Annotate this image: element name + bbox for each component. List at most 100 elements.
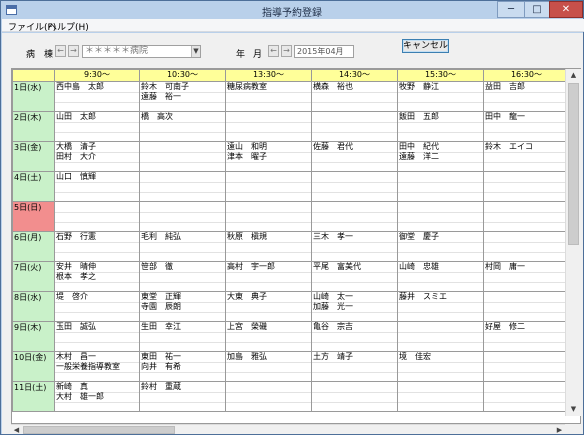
appointment-slot[interactable]: 田中 紀代 遠藤 洋二	[397, 141, 484, 172]
menu-help[interactable]: ヘルプ(H)	[48, 20, 89, 33]
horizontal-scroll-thumb[interactable]	[23, 426, 175, 434]
chevron-down-icon[interactable]: ▼	[191, 46, 200, 57]
appointment-slot[interactable]	[483, 231, 570, 262]
day-cell[interactable]: 4日(土)	[12, 171, 55, 202]
appointment-slot[interactable]: 山崎 忠雄	[397, 261, 484, 292]
appointment-slot[interactable]: 土方 靖子	[311, 351, 398, 382]
appointment-slot[interactable]: 秋原 槇規	[225, 231, 312, 262]
day-cell[interactable]: 11日(土)	[12, 381, 55, 412]
day-cell[interactable]: 5日(日)	[12, 201, 55, 232]
day-cell[interactable]: 7日(火)	[12, 261, 55, 292]
appointment-slot[interactable]: 鈴木 エイコ	[483, 141, 570, 172]
appointment-slot[interactable]	[483, 381, 570, 412]
appointment-slot[interactable]: 西中島 太郎	[54, 81, 140, 112]
scroll-down-icon[interactable]: ▼	[567, 403, 580, 416]
appointment-slot[interactable]	[225, 111, 312, 142]
appointment-slot[interactable]: 佐藤 君代	[311, 141, 398, 172]
cancel-button[interactable]: キャンセル	[402, 39, 449, 53]
appointment-slot[interactable]	[311, 111, 398, 142]
appointment-slot[interactable]	[483, 201, 570, 232]
ward-prev-button[interactable]: ←	[55, 45, 66, 57]
appointment-slot[interactable]: 高村 宇一郎	[225, 261, 312, 292]
appointment-slot[interactable]: 堤 啓介	[54, 291, 140, 322]
appointment-slot[interactable]: 好屋 修二	[483, 321, 570, 352]
appointment-slot[interactable]: 橋 高次	[139, 111, 226, 142]
vertical-scrollbar[interactable]: ▲ ▼	[565, 69, 581, 416]
appointment-slot[interactable]: 鈴村 重蔵	[139, 381, 226, 412]
appointment-slot[interactable]: 大東 典子	[225, 291, 312, 322]
appointment-slot[interactable]: 益田 吉郎	[483, 81, 570, 112]
appointment-slot[interactable]	[139, 201, 226, 232]
appointment-slot[interactable]: 糖尿病教室	[225, 81, 312, 112]
vertical-scroll-thumb[interactable]	[568, 83, 579, 245]
appointment-slot[interactable]	[311, 201, 398, 232]
scroll-left-icon[interactable]: ◀	[11, 425, 22, 435]
appointment-slot[interactable]: 玉田 誠弘	[54, 321, 140, 352]
appointment-slot[interactable]: 横森 裕也	[311, 81, 398, 112]
appointment-slot[interactable]	[225, 171, 312, 202]
appointment-slot[interactable]: 山田 太郎	[54, 111, 140, 142]
maximize-button[interactable]: □	[524, 1, 550, 18]
appointment-slot[interactable]	[311, 381, 398, 412]
minimize-button[interactable]: ─	[497, 1, 525, 18]
appointment-slot[interactable]: 生田 幸江	[139, 321, 226, 352]
appointment-slot[interactable]: 遠山 和明 津本 曜子	[225, 141, 312, 172]
appointment-slot[interactable]: 田中 龍一	[483, 111, 570, 142]
day-cell[interactable]: 1日(水)	[12, 81, 55, 112]
appointment-slot[interactable]	[397, 321, 484, 352]
appointment-name	[485, 362, 568, 372]
year-month-field[interactable]: 2015年04月	[294, 45, 354, 58]
appointment-slot[interactable]	[483, 291, 570, 322]
appointment-slot[interactable]	[225, 381, 312, 412]
appointment-slot[interactable]: 牧野 静江	[397, 81, 484, 112]
appointment-slot[interactable]	[311, 171, 398, 202]
appointment-slot[interactable]: 藤井 スミエ	[397, 291, 484, 322]
appointment-slot[interactable]: 石野 行憲	[54, 231, 140, 262]
day-cell[interactable]: 8日(水)	[12, 291, 55, 322]
appointment-slot[interactable]	[397, 171, 484, 202]
appointment-slot[interactable]: 東田 祐一 向井 有希	[139, 351, 226, 382]
day-cell[interactable]: 3日(金)	[12, 141, 55, 172]
appointment-slot[interactable]: 毛利 純弘	[139, 231, 226, 262]
appointment-slot[interactable]: 三木 孝一	[311, 231, 398, 262]
scroll-up-icon[interactable]: ▲	[567, 69, 580, 82]
appointment-slot[interactable]: 飯田 五郎	[397, 111, 484, 142]
ward-select[interactable]: ＊＊＊＊＊病院 ▼	[82, 45, 201, 58]
appointment-slot[interactable]: 新崎 真大村 雄一郎	[54, 381, 140, 412]
appointment-slot[interactable]: 木村 昌一 一般栄養指導教室	[54, 351, 140, 382]
close-button[interactable]: ✕	[549, 1, 583, 18]
appointment-slot[interactable]: 笹部 徹	[139, 261, 226, 292]
appointment-slot[interactable]	[54, 201, 140, 232]
month-next-button[interactable]: →	[281, 45, 292, 57]
appointment-slot[interactable]: 上宮 榮磯	[225, 321, 312, 352]
appointment-slot[interactable]	[483, 351, 570, 382]
appointment-slot[interactable]	[397, 381, 484, 412]
appointment-slot[interactable]: 加島 雅弘	[225, 351, 312, 382]
appointment-slot[interactable]: 御堂 慶子	[397, 231, 484, 262]
appointment-slot[interactable]: 亀谷 宗吉	[311, 321, 398, 352]
appointment-slot[interactable]: 安井 晴伸 根本 孝之	[54, 261, 140, 292]
appointment-slot[interactable]: 山口 慎輝	[54, 171, 140, 202]
appointment-slot[interactable]: 東堂 正輝 寺園 辰朗	[139, 291, 226, 322]
horizontal-scrollbar[interactable]: ◀ ▶	[11, 424, 565, 434]
day-cell[interactable]: 6日(月)	[12, 231, 55, 262]
day-cell[interactable]: 10日(金)	[12, 351, 55, 382]
day-cell[interactable]: 9日(木)	[12, 321, 55, 352]
appointment-slot[interactable]: 鈴木 可南子 遠藤 裕一	[139, 81, 226, 112]
appointment-slot[interactable]	[139, 171, 226, 202]
appointment-slot[interactable]: 大橋 清子 田村 大介	[54, 141, 140, 172]
appointment-slot[interactable]: 平尾 富美代	[311, 261, 398, 292]
appointment-slot[interactable]: 村岡 庸一	[483, 261, 570, 292]
scroll-right-icon[interactable]: ▶	[554, 425, 565, 435]
appointment-slot[interactable]	[225, 201, 312, 232]
title-bar[interactable]: 指導予約登録 ─ □ ✕	[1, 1, 583, 19]
appointment-slot[interactable]	[483, 171, 570, 202]
appointment-slot[interactable]	[139, 141, 226, 172]
day-cell[interactable]: 2日(木)	[12, 111, 55, 142]
appointment-slot[interactable]: 山崎 太一 加藤 光一	[311, 291, 398, 322]
month-prev-button[interactable]: ←	[268, 45, 279, 57]
appointment-slot[interactable]: 境 佳宏	[397, 351, 484, 382]
ward-next-button[interactable]: →	[68, 45, 79, 57]
appointment-slot[interactable]	[397, 201, 484, 232]
appointment-name: 田村 大介	[56, 152, 96, 161]
